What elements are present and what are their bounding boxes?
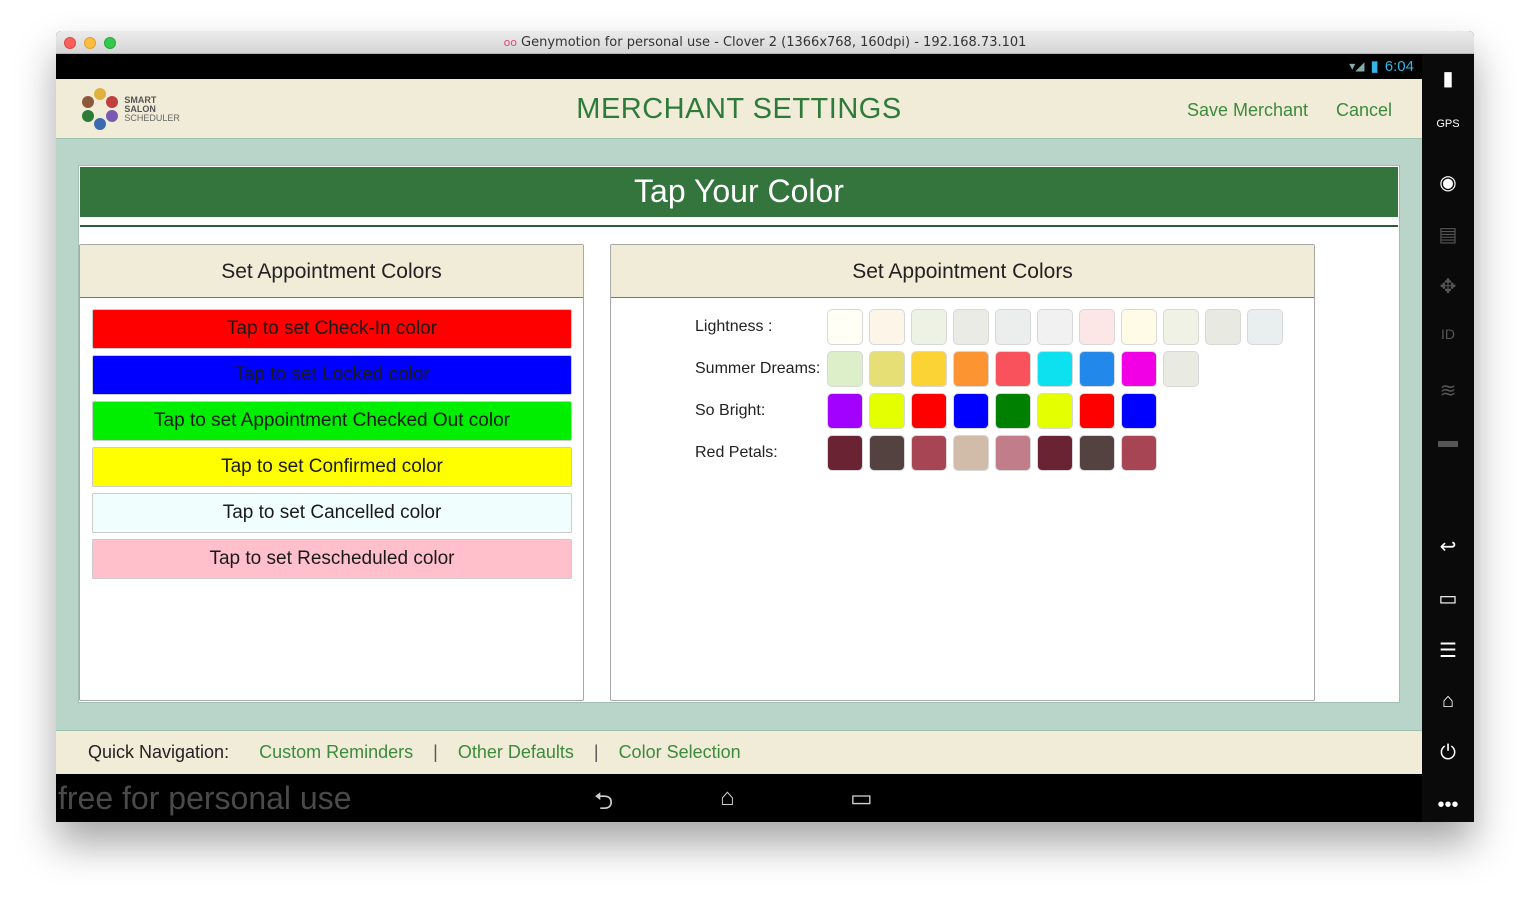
color-swatch[interactable] xyxy=(995,351,1031,387)
back-icon[interactable]: ⮌ xyxy=(594,784,613,822)
window-titlebar: oo Genymotion for personal use - Clover 2… xyxy=(56,31,1474,54)
color-swatch[interactable] xyxy=(869,435,905,471)
other-defaults-link[interactable]: Other Defaults xyxy=(458,742,574,763)
palette-row: Summer Dreams: xyxy=(695,351,1199,387)
color-swatch[interactable] xyxy=(827,393,863,429)
color-swatch[interactable] xyxy=(1037,309,1073,345)
color-swatch[interactable] xyxy=(953,351,989,387)
window-title: oo Genymotion for personal use - Clover 2… xyxy=(503,35,1027,50)
divider xyxy=(80,225,1398,227)
left-panel-heading: Set Appointment Colors xyxy=(80,245,583,298)
media-icon[interactable]: ▤ xyxy=(1422,222,1474,247)
color-swatch[interactable] xyxy=(1247,309,1283,345)
color-swatch[interactable] xyxy=(827,351,863,387)
color-palette-panel: Set Appointment Colors Lightness : Summer… xyxy=(610,244,1315,701)
android-nav-bar: free for personal use ⮌ ⌂ ▭ xyxy=(56,774,1422,822)
gps-icon[interactable]: GPS xyxy=(1422,118,1474,130)
android-screen: ▾◢ ▮ 6:04 SMART SALON SCHEDULER MERCHANT… xyxy=(56,54,1422,822)
nav-separator: | xyxy=(593,742,599,762)
set-color-button[interactable]: Tap to set Locked color xyxy=(92,355,572,395)
color-swatch[interactable] xyxy=(911,309,947,345)
color-swatch[interactable] xyxy=(953,309,989,345)
genymotion-icon: oo xyxy=(503,36,518,49)
rss-icon[interactable]: ≋ xyxy=(1422,378,1474,403)
palette-label: Summer Dreams: xyxy=(695,360,821,377)
color-swatch[interactable] xyxy=(911,435,947,471)
color-swatch[interactable] xyxy=(1037,435,1073,471)
color-swatch[interactable] xyxy=(1079,309,1115,345)
palette-row: Red Petals: xyxy=(695,435,1157,471)
message-icon[interactable]: ▬ xyxy=(1422,430,1474,453)
color-swatch[interactable] xyxy=(1205,309,1241,345)
color-swatch[interactable] xyxy=(1163,309,1199,345)
color-swatch[interactable] xyxy=(995,435,1031,471)
color-swatch[interactable] xyxy=(1121,435,1157,471)
palette-label: Lightness : xyxy=(695,318,773,335)
quick-navigation-bar: Quick Navigation: Custom Reminders | Oth… xyxy=(56,730,1422,774)
palette-row: So Bright: xyxy=(695,393,1157,429)
quick-navigation-label: Quick Navigation: xyxy=(88,742,230,762)
set-color-button[interactable]: Tap to set Rescheduled color xyxy=(92,539,572,579)
custom-reminders-link[interactable]: Custom Reminders xyxy=(259,742,413,763)
color-swatch[interactable] xyxy=(1121,351,1157,387)
battery-icon[interactable]: ▮ xyxy=(1422,66,1474,91)
cancel-button[interactable]: Cancel xyxy=(1336,100,1392,121)
color-swatch[interactable] xyxy=(1121,393,1157,429)
color-selection-link[interactable]: Color Selection xyxy=(619,742,741,763)
set-color-button[interactable]: Tap to set Cancelled color xyxy=(92,493,572,533)
set-color-button[interactable]: Tap to set Confirmed color xyxy=(92,447,572,487)
set-color-button[interactable]: Tap to set Appointment Checked Out color xyxy=(92,401,572,441)
nav-separator: | xyxy=(433,742,438,762)
color-swatch[interactable] xyxy=(1037,393,1073,429)
genymotion-toolbar: ▮ GPS ◉ ▤ ✥ ID ≋ ▬ ↩ ▭ ☰ ⌂ ⏻ ••• xyxy=(1422,54,1474,822)
recent-apps-icon[interactable]: ▭ xyxy=(850,784,873,813)
color-swatch[interactable] xyxy=(995,309,1031,345)
watermark: free for personal use xyxy=(58,780,352,816)
home-icon[interactable]: ⌂ xyxy=(720,784,735,812)
app-header: SMART SALON SCHEDULER MERCHANT SETTINGS … xyxy=(56,79,1422,139)
color-swatch[interactable] xyxy=(1079,435,1115,471)
color-settings-card: Tap Your Color Set Appointment Colors Ta… xyxy=(78,165,1400,703)
color-swatch[interactable] xyxy=(827,435,863,471)
move-icon[interactable]: ✥ xyxy=(1422,274,1474,299)
more-icon[interactable]: ••• xyxy=(1422,794,1474,817)
set-color-button[interactable]: Tap to set Check-In color xyxy=(92,309,572,349)
color-swatch[interactable] xyxy=(1079,351,1115,387)
menu-icon[interactable]: ☰ xyxy=(1422,638,1474,663)
color-swatch[interactable] xyxy=(827,309,863,345)
power-icon[interactable]: ⏻ xyxy=(1422,742,1474,765)
color-swatch[interactable] xyxy=(869,393,905,429)
color-swatch[interactable] xyxy=(995,393,1031,429)
color-swatch[interactable] xyxy=(911,351,947,387)
color-swatch[interactable] xyxy=(1163,351,1199,387)
color-swatch[interactable] xyxy=(869,309,905,345)
home-icon[interactable]: ⌂ xyxy=(1422,690,1474,713)
emulator-window: oo Genymotion for personal use - Clover 2… xyxy=(56,31,1474,822)
palette-label: Red Petals: xyxy=(695,444,778,461)
color-swatch[interactable] xyxy=(1121,309,1157,345)
color-swatch[interactable] xyxy=(1079,393,1115,429)
appointment-color-buttons-panel: Set Appointment Colors Tap to set Check-… xyxy=(79,244,584,701)
back-icon[interactable]: ↩ xyxy=(1422,534,1474,559)
recent-apps-icon[interactable]: ▭ xyxy=(1422,586,1474,611)
battery-icon: ▮ xyxy=(1370,58,1379,75)
color-swatch[interactable] xyxy=(1037,351,1073,387)
right-panel-heading: Set Appointment Colors xyxy=(611,245,1314,298)
wifi-signal-icon: ▾◢ xyxy=(1349,59,1365,73)
clock: 6:04 xyxy=(1384,57,1414,75)
color-swatch[interactable] xyxy=(911,393,947,429)
color-swatch[interactable] xyxy=(869,351,905,387)
color-swatch[interactable] xyxy=(953,393,989,429)
palette-label: So Bright: xyxy=(695,402,766,419)
banner-title: Tap Your Color xyxy=(80,167,1398,217)
id-icon[interactable]: ID xyxy=(1422,326,1474,342)
color-swatch[interactable] xyxy=(953,435,989,471)
status-bar: ▾◢ ▮ 6:04 xyxy=(56,54,1422,79)
save-merchant-button[interactable]: Save Merchant xyxy=(1187,100,1308,121)
camera-icon[interactable]: ◉ xyxy=(1422,170,1474,195)
palette-row: Lightness : xyxy=(695,309,1283,345)
